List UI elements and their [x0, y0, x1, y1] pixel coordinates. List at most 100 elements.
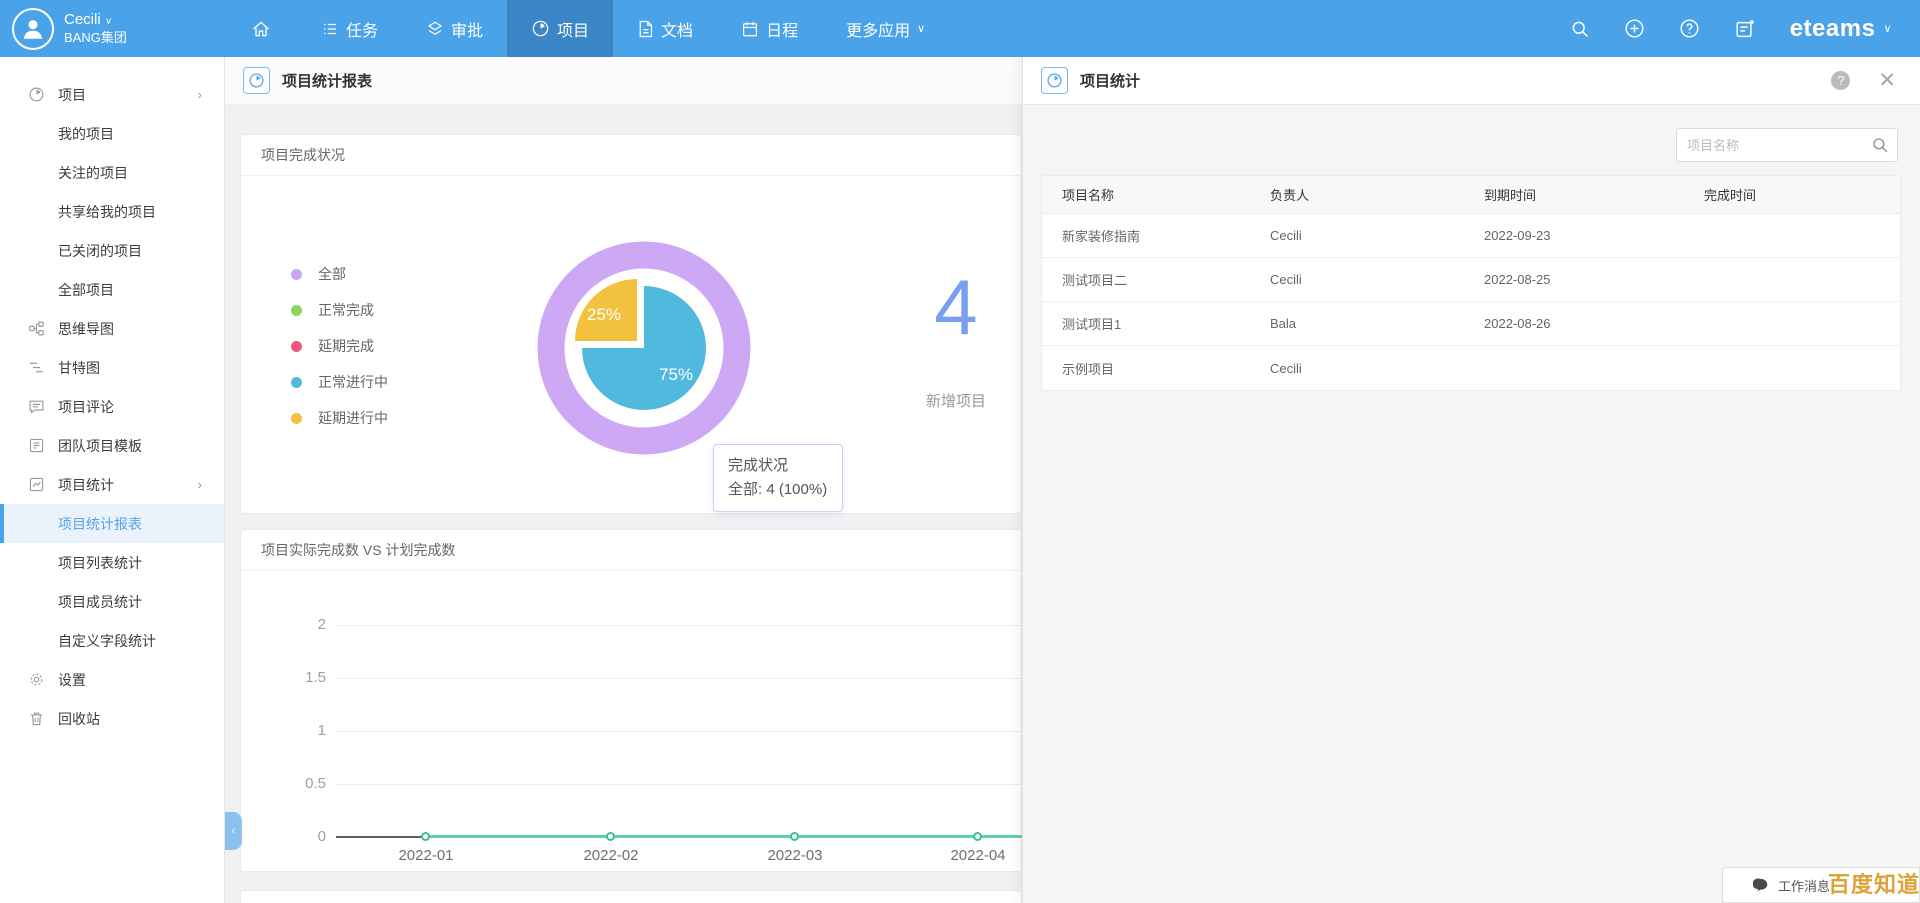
sidebar-item-mindmap[interactable]: 思维导图 — [0, 309, 224, 348]
page-header: 项目统计报表 — [225, 57, 1022, 105]
nav-approval[interactable]: 审批 — [402, 0, 507, 57]
chevron-down-icon: ∨ — [917, 22, 925, 35]
eteams-logo[interactable]: eteams∨ — [1790, 15, 1892, 43]
sidebar-item-closed-projects[interactable]: 已关闭的项目 — [0, 231, 224, 270]
sidebar-item-project-comments[interactable]: 项目评论 — [0, 387, 224, 426]
sidebar-item-followed-projects[interactable]: 关注的项目 — [0, 153, 224, 192]
table-row[interactable]: 测试项目1 Bala 2022-08-26 — [1042, 302, 1900, 346]
sidebar-item-settings[interactable]: 设置 — [0, 660, 224, 699]
legend-item[interactable]: 全部 — [291, 256, 388, 292]
panel-title: 项目完成状况 — [241, 135, 1021, 176]
col-due-date: 到期时间 — [1464, 185, 1684, 204]
legend-item[interactable]: 正常完成 — [291, 292, 388, 328]
avatar[interactable] — [12, 8, 54, 50]
nav-more-apps[interactable]: 更多应用 ∨ — [822, 0, 949, 57]
nav-home[interactable] — [225, 0, 297, 57]
legend-dot — [291, 377, 302, 388]
approval-icon — [426, 20, 444, 38]
legend-dot — [291, 305, 302, 316]
chevron-down-icon: ∨ — [1883, 22, 1892, 35]
document-icon — [637, 20, 654, 38]
data-point[interactable] — [421, 832, 430, 841]
drawer-help-icon[interactable]: ? — [1831, 71, 1850, 90]
project-stats-drawer: 项目统计 ? ✕ 项目名称 负责人 到期时间 完成时间 新家装修指南 Cecil… — [1022, 57, 1920, 903]
nav-calendar[interactable]: 日程 — [717, 0, 822, 57]
chevron-right-icon[interactable]: › — [198, 477, 202, 492]
chevron-right-icon[interactable]: › — [198, 87, 202, 102]
panel-title: 项目实际完成数 VS 计划完成数 — [241, 530, 1021, 571]
x-tick: 2022-03 — [755, 847, 835, 864]
project-icon — [28, 86, 45, 103]
user-org: BANG集团 — [64, 30, 127, 47]
project-stats-icon — [1041, 67, 1068, 94]
sidebar-item-project-list-stats[interactable]: 项目列表统计 — [0, 543, 224, 582]
add-icon[interactable] — [1624, 18, 1645, 39]
sidebar-item-project-stats[interactable]: 项目统计 › — [0, 465, 224, 504]
help-icon[interactable] — [1679, 18, 1700, 39]
comment-icon — [28, 398, 45, 415]
sidebar: 项目 › 我的项目 关注的项目 共享给我的项目 已关闭的项目 全部项目 思维导图… — [0, 57, 225, 903]
person-icon — [20, 16, 46, 42]
legend-dot — [291, 269, 302, 280]
template-icon — [28, 437, 45, 454]
project-report-icon — [243, 67, 270, 94]
sidebar-item-team-templates[interactable]: 团队项目模板 — [0, 426, 224, 465]
gridline — [336, 625, 1023, 626]
search-icon[interactable] — [1871, 136, 1889, 159]
series-line — [426, 835, 1023, 838]
page-title: 项目统计报表 — [282, 70, 372, 91]
nav-project[interactable]: 项目 — [507, 0, 613, 57]
data-point[interactable] — [973, 832, 982, 841]
home-icon — [251, 19, 271, 39]
sidebar-item-my-projects[interactable]: 我的项目 — [0, 114, 224, 153]
legend-item[interactable]: 延期完成 — [291, 328, 388, 364]
nav-tasks[interactable]: 任务 — [297, 0, 402, 57]
col-project-name: 项目名称 — [1042, 185, 1250, 204]
search-icon[interactable] — [1570, 19, 1590, 39]
completion-donut-chart[interactable]: 25% 75% — [529, 233, 759, 463]
legend-item[interactable]: 延期进行中 — [291, 400, 388, 436]
close-icon[interactable]: ✕ — [1878, 70, 1896, 91]
table-row[interactable]: 示例项目 Cecili — [1042, 346, 1900, 390]
col-owner: 负责人 — [1250, 185, 1464, 204]
stat-label: 新增项目 — [881, 390, 1031, 411]
messages-icon[interactable] — [1734, 18, 1756, 40]
nav-docs[interactable]: 文档 — [613, 0, 717, 57]
drawer-title: 项目统计 — [1080, 70, 1819, 91]
sidebar-item-all-projects[interactable]: 全部项目 — [0, 270, 224, 309]
user-account[interactable]: Cecili ∨ BANG集团 — [0, 8, 225, 50]
next-panel-partial — [240, 890, 1022, 903]
tooltip-title: 完成状况 — [728, 454, 828, 478]
x-tick: 2022-04 — [938, 847, 1018, 864]
y-tick: 1 — [271, 722, 326, 739]
x-tick: 2022-02 — [571, 847, 651, 864]
chevron-down-icon: ∨ — [105, 16, 112, 27]
main-nav: 任务 审批 项目 文档 日程 更多应用 ∨ — [225, 0, 1570, 57]
sidebar-collapse-handle[interactable]: ‹ — [225, 812, 242, 850]
sidebar-item-gantt[interactable]: 甘特图 — [0, 348, 224, 387]
line-chart[interactable]: 2 1.5 1 0.5 0 2022-01 2022-02 2022-03 20… — [241, 571, 1021, 872]
chart-legend: 全部 正常完成 延期完成 正常进行中 延期进行中 — [291, 256, 388, 436]
legend-dot — [291, 413, 302, 424]
stat-value: 4 — [881, 268, 1031, 346]
data-point[interactable] — [790, 832, 799, 841]
table-row[interactable]: 测试项目二 Cecili 2022-08-25 — [1042, 258, 1900, 302]
sidebar-item-stats-report[interactable]: 项目统计报表 — [0, 504, 224, 543]
project-icon — [531, 19, 550, 38]
sidebar-item-project[interactable]: 项目 › — [0, 75, 224, 114]
project-name-search-input[interactable] — [1676, 128, 1898, 162]
legend-item[interactable]: 正常进行中 — [291, 364, 388, 400]
x-tick: 2022-01 — [386, 847, 466, 864]
sidebar-item-member-stats[interactable]: 项目成员统计 — [0, 582, 224, 621]
projects-table: 项目名称 负责人 到期时间 完成时间 新家装修指南 Cecili 2022-09… — [1041, 175, 1901, 391]
sidebar-item-recycle-bin[interactable]: 回收站 — [0, 699, 224, 738]
table-row[interactable]: 新家装修指南 Cecili 2022-09-23 — [1042, 214, 1900, 258]
gantt-icon — [28, 359, 45, 376]
sidebar-item-shared-projects[interactable]: 共享给我的项目 — [0, 192, 224, 231]
sidebar-item-custom-field-stats[interactable]: 自定义字段统计 — [0, 621, 224, 660]
chat-bubble-icon — [1753, 877, 1769, 893]
col-finish-date: 完成时间 — [1684, 185, 1900, 204]
user-name[interactable]: Cecili ∨ — [64, 10, 127, 30]
stats-icon — [28, 476, 45, 493]
data-point[interactable] — [606, 832, 615, 841]
